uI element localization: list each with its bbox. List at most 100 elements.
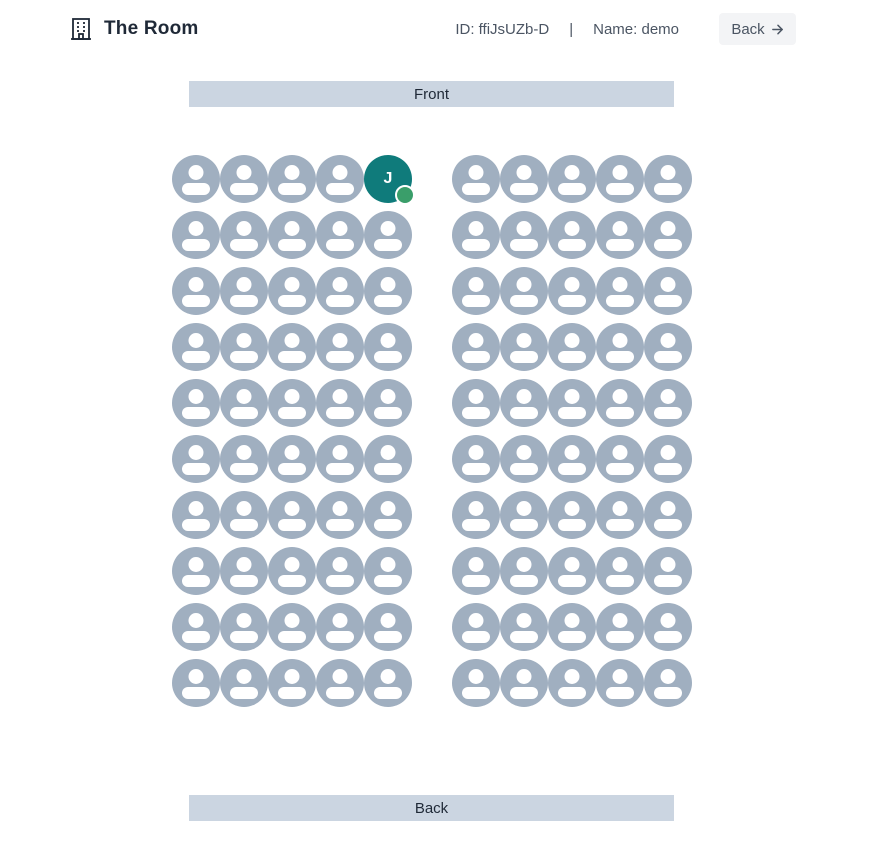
seat-empty[interactable] xyxy=(452,547,500,595)
seat-empty[interactable] xyxy=(500,547,548,595)
seat-empty[interactable] xyxy=(316,659,364,707)
seat-empty[interactable] xyxy=(268,323,316,371)
seat-empty[interactable] xyxy=(548,603,596,651)
seat-empty[interactable] xyxy=(548,491,596,539)
seat-empty[interactable] xyxy=(548,267,596,315)
seat-empty[interactable] xyxy=(596,211,644,259)
seat-empty[interactable] xyxy=(364,435,412,483)
seat-empty[interactable] xyxy=(268,547,316,595)
seat-empty[interactable] xyxy=(500,155,548,203)
seat-empty[interactable] xyxy=(364,211,412,259)
seat-empty[interactable] xyxy=(500,435,548,483)
seat-empty[interactable] xyxy=(644,323,692,371)
seat-empty[interactable] xyxy=(172,379,220,427)
seat-empty[interactable] xyxy=(500,323,548,371)
seat-empty[interactable] xyxy=(452,603,500,651)
seat-empty[interactable] xyxy=(644,659,692,707)
seat-empty[interactable] xyxy=(596,547,644,595)
seat-empty[interactable] xyxy=(596,379,644,427)
seat-empty[interactable] xyxy=(268,603,316,651)
seat-empty[interactable] xyxy=(364,491,412,539)
seat-empty[interactable] xyxy=(548,211,596,259)
seat-empty[interactable] xyxy=(220,547,268,595)
seat-empty[interactable] xyxy=(268,211,316,259)
seat-empty[interactable] xyxy=(220,155,268,203)
seat-empty[interactable] xyxy=(364,659,412,707)
seat-empty[interactable] xyxy=(268,659,316,707)
seat-empty[interactable] xyxy=(316,379,364,427)
seat-empty[interactable] xyxy=(220,659,268,707)
seat-empty[interactable] xyxy=(596,603,644,651)
seat-empty[interactable] xyxy=(220,435,268,483)
seat-empty[interactable] xyxy=(548,323,596,371)
seat-empty[interactable] xyxy=(596,323,644,371)
seat-empty[interactable] xyxy=(316,323,364,371)
seat-empty[interactable] xyxy=(220,323,268,371)
back-button[interactable]: Back xyxy=(719,13,796,45)
seat-empty[interactable] xyxy=(644,547,692,595)
seat-empty[interactable] xyxy=(452,267,500,315)
seat-occupied[interactable]: J xyxy=(364,155,415,205)
seat-empty[interactable] xyxy=(644,379,692,427)
seat-empty[interactable] xyxy=(268,491,316,539)
seat-empty[interactable] xyxy=(364,323,412,371)
seat-empty[interactable] xyxy=(452,379,500,427)
seat-empty[interactable] xyxy=(268,435,316,483)
seat-empty[interactable] xyxy=(644,267,692,315)
seat-empty[interactable] xyxy=(644,491,692,539)
seat-empty[interactable] xyxy=(220,379,268,427)
seat-empty[interactable] xyxy=(172,155,220,203)
seat-empty[interactable] xyxy=(364,603,412,651)
seat-empty[interactable] xyxy=(316,603,364,651)
seat-empty[interactable] xyxy=(316,547,364,595)
seat-empty[interactable] xyxy=(596,659,644,707)
seat-empty[interactable] xyxy=(644,435,692,483)
seat-empty[interactable] xyxy=(452,491,500,539)
seat-empty[interactable] xyxy=(500,379,548,427)
seat-empty[interactable] xyxy=(364,547,412,595)
seat-empty[interactable] xyxy=(268,379,316,427)
seat-empty[interactable] xyxy=(172,659,220,707)
seat-empty[interactable] xyxy=(364,379,412,427)
seat-empty[interactable] xyxy=(172,491,220,539)
seat-empty[interactable] xyxy=(500,603,548,651)
seat-empty[interactable] xyxy=(172,323,220,371)
seat-empty[interactable] xyxy=(172,211,220,259)
seat-empty[interactable] xyxy=(548,155,596,203)
seat-empty[interactable] xyxy=(268,155,316,203)
seat-empty[interactable] xyxy=(220,491,268,539)
seat-empty[interactable] xyxy=(596,267,644,315)
seat-empty[interactable] xyxy=(316,211,364,259)
seat-empty[interactable] xyxy=(596,435,644,483)
seat-empty[interactable] xyxy=(500,659,548,707)
seat-empty[interactable] xyxy=(220,267,268,315)
seat-empty[interactable] xyxy=(220,211,268,259)
seat-empty[interactable] xyxy=(220,603,268,651)
seat-empty[interactable] xyxy=(172,435,220,483)
seat-empty[interactable] xyxy=(548,435,596,483)
back-bar-button[interactable]: Back xyxy=(189,795,674,821)
seat-empty[interactable] xyxy=(452,211,500,259)
seat-empty[interactable] xyxy=(644,211,692,259)
seat-empty[interactable] xyxy=(548,547,596,595)
seat-empty[interactable] xyxy=(500,267,548,315)
seat-empty[interactable] xyxy=(316,267,364,315)
seat-empty[interactable] xyxy=(596,491,644,539)
seat-empty[interactable] xyxy=(500,211,548,259)
seat-empty[interactable] xyxy=(268,267,316,315)
seat-empty[interactable] xyxy=(548,659,596,707)
seat-empty[interactable] xyxy=(172,267,220,315)
seat-empty[interactable] xyxy=(644,155,692,203)
seat-empty[interactable] xyxy=(500,491,548,539)
seat-empty[interactable] xyxy=(172,603,220,651)
seat-empty[interactable] xyxy=(172,547,220,595)
seat-empty[interactable] xyxy=(596,155,644,203)
seat-empty[interactable] xyxy=(452,435,500,483)
seat-empty[interactable] xyxy=(452,659,500,707)
seat-empty[interactable] xyxy=(452,323,500,371)
seat-empty[interactable] xyxy=(316,435,364,483)
seat-empty[interactable] xyxy=(316,491,364,539)
seat-empty[interactable] xyxy=(364,267,412,315)
seat-empty[interactable] xyxy=(452,155,500,203)
seat-empty[interactable] xyxy=(548,379,596,427)
